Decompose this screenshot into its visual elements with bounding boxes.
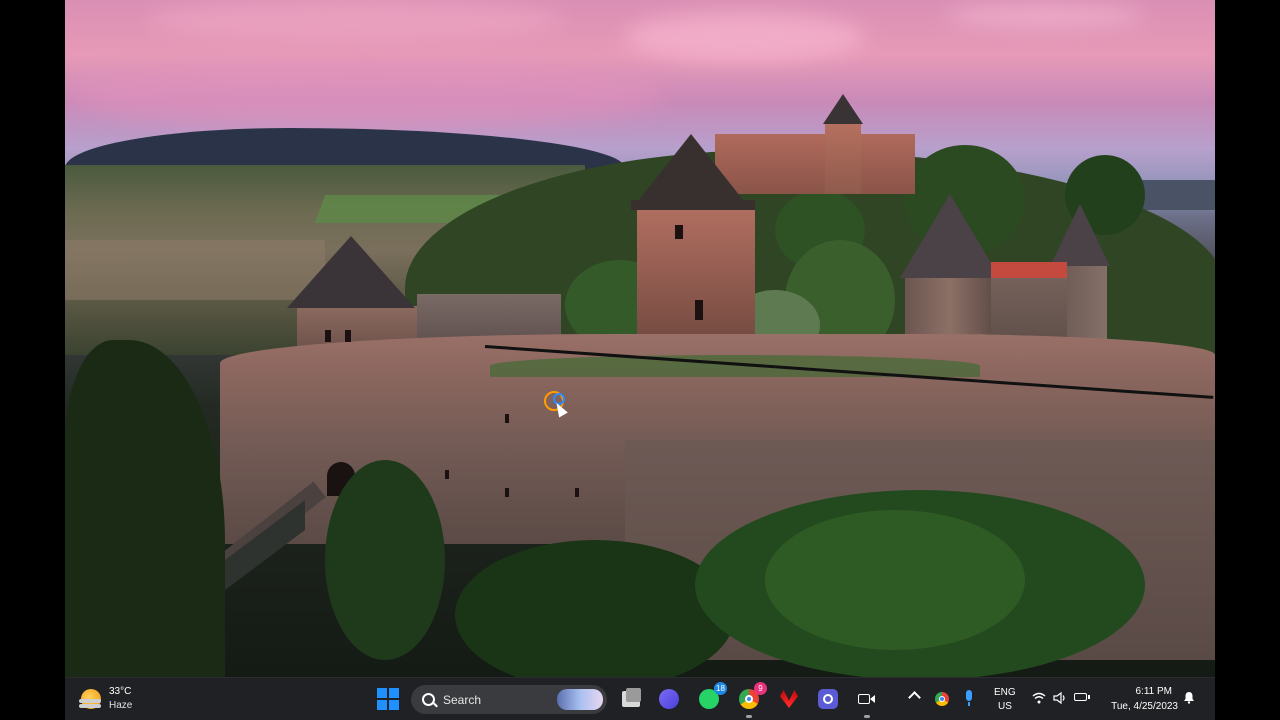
language-code: ENG — [994, 687, 1016, 698]
screen-recorder-glyph — [818, 689, 838, 709]
weather-temperature: 33°C — [109, 686, 132, 697]
arrow-slit — [695, 300, 703, 320]
cloud — [65, 60, 665, 130]
whatsapp-badge: 18 — [714, 682, 727, 695]
cloud — [145, 0, 565, 40]
arrow-slit — [575, 488, 579, 497]
battery-icon[interactable] — [1074, 693, 1090, 701]
foreground-tree — [325, 460, 445, 660]
foreground-tree — [765, 510, 1025, 650]
windows-logo-tile — [377, 700, 387, 710]
clock[interactable]: 6:11 PM Tue, 4/25/2023 — [1098, 678, 1178, 720]
upper-tower-roof — [823, 94, 863, 124]
meet-app-glyph — [659, 689, 679, 709]
camera-body — [858, 694, 870, 704]
foreground-tree — [65, 340, 225, 677]
arrow-slit — [345, 330, 351, 342]
running-indicator — [746, 715, 752, 718]
windows-logo-icon — [377, 688, 387, 698]
camera-lens — [870, 695, 875, 703]
search-highlight-art — [557, 689, 603, 710]
keyboard-layout: US — [998, 701, 1012, 712]
record-ring — [823, 694, 833, 704]
screen-recorder-icon[interactable] — [816, 687, 840, 711]
keep-roof-eave — [631, 200, 755, 210]
taskbar: 33°C Haze Search 18 9 ENG US 6:11 PM Tue… — [65, 677, 1215, 720]
camera-icon[interactable] — [855, 687, 879, 718]
arrow-slit — [325, 330, 331, 342]
volume-icon[interactable] — [1053, 691, 1067, 705]
notification-bell-icon[interactable] — [1183, 691, 1195, 704]
light-field — [65, 240, 325, 300]
cloud — [945, 5, 1145, 27]
arrow-slit — [445, 470, 449, 479]
windows-logo-tile — [389, 700, 399, 710]
main-keep — [637, 208, 755, 348]
search-box[interactable]: Search — [411, 685, 607, 714]
round-tower-roof — [900, 194, 1000, 278]
gatehouse-roof — [287, 236, 415, 308]
file-explorer-icon[interactable] — [619, 687, 643, 711]
far-right-hills — [1140, 180, 1215, 210]
wifi-icon[interactable] — [1032, 691, 1046, 705]
huawei-glyph — [780, 690, 798, 708]
desktop-wallpaper[interactable] — [65, 0, 1215, 677]
huawei-icon[interactable] — [777, 687, 801, 711]
chrome-badge: 9 — [754, 682, 767, 695]
upper-castle-tower — [825, 124, 861, 194]
arrow-slit — [505, 414, 509, 423]
clock-time: 6:11 PM — [1135, 686, 1173, 697]
right-tower-roof — [1050, 204, 1110, 266]
whatsapp-icon[interactable]: 18 — [697, 682, 727, 711]
language-indicator[interactable]: ENG US — [985, 678, 1025, 720]
file-explorer-glyph-back — [626, 688, 641, 702]
microphone-icon[interactable] — [966, 690, 972, 706]
weather-condition: Haze — [109, 700, 133, 711]
sun-haze-icon — [79, 689, 101, 709]
search-label: Search — [443, 693, 482, 707]
running-indicator — [864, 715, 870, 718]
chrome-center — [745, 695, 753, 703]
chrome-tray-icon[interactable] — [935, 692, 949, 706]
clock-date: Tue, 4/25/2023 — [1111, 701, 1178, 712]
show-hidden-icons-chevron-icon[interactable] — [908, 691, 921, 704]
cloud — [625, 12, 865, 62]
arrow-slit — [675, 225, 683, 239]
chrome-icon[interactable]: 9 — [737, 682, 767, 718]
arrow-slit — [505, 488, 509, 497]
search-icon — [422, 693, 435, 706]
windows-logo-tile — [389, 688, 399, 698]
screen: 33°C Haze Search 18 9 ENG US 6:11 PM Tue… — [65, 0, 1215, 720]
foreground-tree — [455, 540, 735, 677]
weather-widget[interactable]: 33°C Haze — [65, 678, 155, 720]
meet-app-icon[interactable] — [657, 687, 681, 711]
start-button[interactable] — [377, 688, 399, 710]
main-keep-roof — [631, 134, 751, 210]
